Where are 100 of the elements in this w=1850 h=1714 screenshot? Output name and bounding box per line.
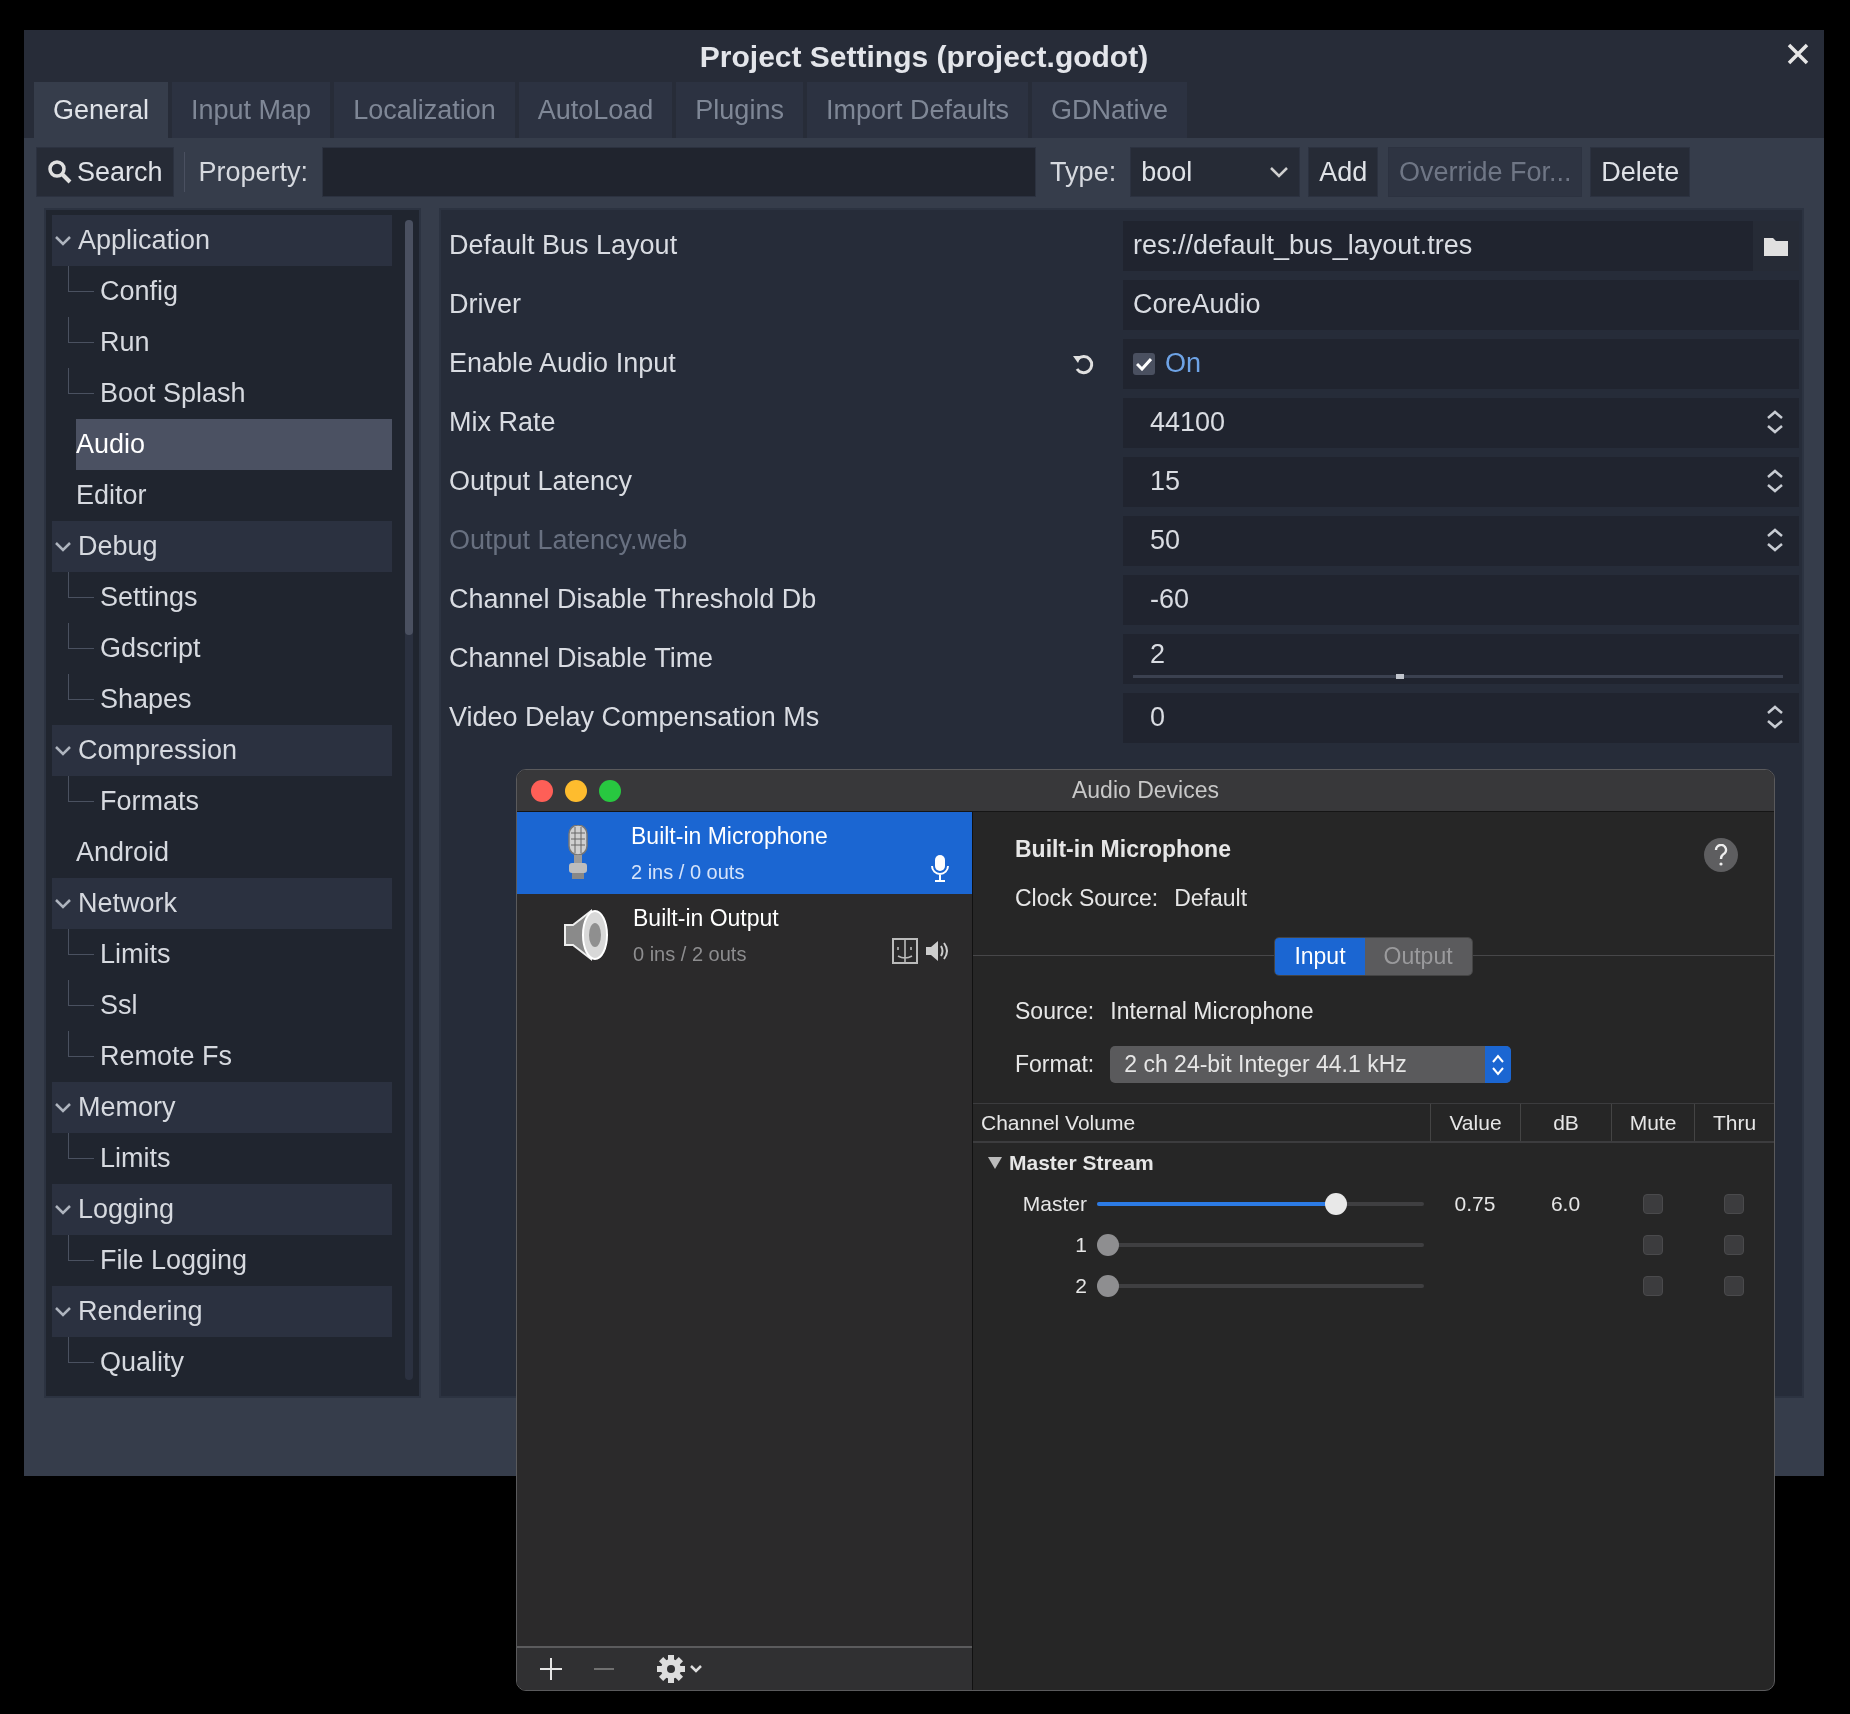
tree-item[interactable]: Gdscript [100, 623, 392, 674]
tree-line [68, 776, 94, 802]
spinner-arrows-icon[interactable] [1765, 468, 1785, 493]
group-row[interactable]: Master Stream [973, 1143, 1774, 1183]
delete-button[interactable]: Delete [1590, 147, 1691, 197]
tree-item[interactable]: Android [76, 827, 392, 878]
spinner-arrows-icon[interactable] [1765, 409, 1785, 434]
volume-slider[interactable] [1097, 1233, 1424, 1256]
path-field[interactable]: res://default_bus_layout.tres [1123, 220, 1799, 271]
add-icon[interactable] [539, 1657, 563, 1681]
spinner-arrows-icon[interactable] [1765, 704, 1785, 729]
tree-line [68, 1337, 94, 1363]
number-field[interactable]: 2 [1150, 639, 1166, 670]
column-header[interactable]: Channel Volume [973, 1104, 1430, 1141]
checkbox[interactable] [1724, 1275, 1744, 1296]
tab[interactable]: GDNative [1032, 82, 1187, 138]
tree-item[interactable]: Run [100, 317, 392, 368]
tree-item[interactable]: Quality [100, 1337, 392, 1388]
number-field[interactable]: 44100 [1123, 397, 1799, 448]
face-screen-icon [892, 938, 918, 964]
number-field[interactable]: 15 [1123, 456, 1799, 507]
property-label: Default Bus Layout [449, 229, 678, 263]
tab[interactable]: Localization [334, 82, 515, 138]
tree-item[interactable]: Config [100, 266, 392, 317]
property-field[interactable] [322, 147, 1037, 197]
slider-thumb[interactable] [1396, 673, 1405, 679]
tree-item[interactable]: Compression [52, 725, 392, 776]
property-label: Channel Disable Time [449, 642, 714, 676]
number-field[interactable]: -60 [1123, 574, 1799, 625]
field-label: Clock Source: [1015, 883, 1159, 913]
column-header[interactable]: Mute [1611, 1104, 1694, 1141]
tree-item[interactable]: Editor [76, 470, 392, 521]
tree-item[interactable]: Shapes [100, 674, 392, 725]
scrollbar[interactable] [405, 220, 413, 1380]
tree-line [68, 266, 94, 292]
tree-item[interactable]: Debug [52, 521, 392, 572]
tab[interactable]: AutoLoad [518, 82, 673, 138]
zoom-button[interactable] [599, 780, 621, 802]
device-item[interactable]: Built-in Output 0 ins / 2 outs [517, 894, 972, 976]
chevron-icon [54, 896, 72, 911]
close-button[interactable] [531, 780, 553, 802]
spinner-arrows-icon[interactable] [1765, 527, 1785, 552]
window-title: Project Settings (project.godot) [699, 38, 1149, 75]
tree-item[interactable]: Application [52, 215, 392, 266]
tab[interactable]: Import Defaults [806, 82, 1028, 138]
property-label: Output Latency.web [449, 524, 688, 558]
tree-item[interactable]: Audio [76, 419, 392, 470]
channel-name: Master [1021, 1190, 1088, 1217]
tree-line [68, 368, 94, 394]
tree-line [68, 1031, 94, 1057]
type-dropdown[interactable]: bool [1130, 147, 1301, 197]
tree-item[interactable]: Remote Fs [100, 1031, 392, 1082]
tree-item[interactable]: File Logging [100, 1235, 392, 1286]
help-button[interactable] [1704, 838, 1738, 872]
checkbox[interactable] [1642, 1234, 1663, 1255]
text-field[interactable]: CoreAudio [1123, 279, 1799, 330]
volume-slider[interactable] [1097, 1192, 1424, 1215]
slider-track[interactable] [1133, 674, 1783, 678]
close-icon[interactable] [1786, 42, 1810, 66]
stepper-icon [1491, 1052, 1506, 1077]
tree-item[interactable]: Limits [100, 929, 392, 980]
checkbox[interactable] [1642, 1275, 1663, 1296]
number-field[interactable]: 50 [1123, 515, 1799, 566]
device-item[interactable]: Built-in Microphone 2 ins / 0 outs [517, 812, 972, 894]
minimize-button[interactable] [565, 780, 587, 802]
tree-item[interactable]: Rendering [52, 1286, 392, 1337]
gear-menu-icon[interactable] [657, 1655, 703, 1683]
tree-line [68, 980, 94, 1006]
tree-item[interactable]: Boot Splash [100, 368, 392, 419]
checkbox[interactable] [1724, 1193, 1744, 1214]
device-name: Built-in Microphone [631, 821, 828, 851]
tree-item[interactable]: Formats [100, 776, 392, 827]
checkbox[interactable] [1133, 352, 1155, 375]
tab[interactable]: General [34, 82, 169, 138]
type-label: Type: [1049, 155, 1118, 189]
add-button[interactable]: Add [1308, 147, 1379, 197]
tree-item[interactable]: Memory [52, 1082, 392, 1133]
segment-tab[interactable]: Input [1275, 938, 1365, 975]
tree-item[interactable]: Limits [100, 1133, 392, 1184]
column-header[interactable]: Thru [1694, 1104, 1774, 1141]
tab[interactable]: Plugins [676, 82, 803, 138]
tree-item[interactable]: Network [52, 878, 392, 929]
device-name: Built-in Output [633, 903, 779, 933]
column-header[interactable]: Value [1430, 1104, 1520, 1141]
tree-item[interactable]: Ssl [100, 980, 392, 1031]
tree-line [68, 317, 94, 343]
tab[interactable]: Input Map [172, 82, 331, 138]
number-field[interactable]: 0 [1123, 692, 1799, 743]
column-header[interactable]: dB [1520, 1104, 1611, 1141]
tree-line [68, 623, 94, 649]
checkbox[interactable] [1642, 1193, 1663, 1214]
property-label: Driver [449, 288, 521, 322]
tree-item[interactable]: Logging [52, 1184, 392, 1235]
format-popup[interactable]: 2 ch 24-bit Integer 44.1 kHz [1110, 1046, 1512, 1083]
checkbox[interactable] [1724, 1234, 1744, 1255]
search-button[interactable]: Search [36, 147, 174, 197]
volume-slider[interactable] [1097, 1274, 1424, 1297]
value-text: 0.75 [1453, 1190, 1497, 1217]
property-label: Enable Audio Input [449, 347, 676, 381]
tree-item[interactable]: Settings [100, 572, 392, 623]
